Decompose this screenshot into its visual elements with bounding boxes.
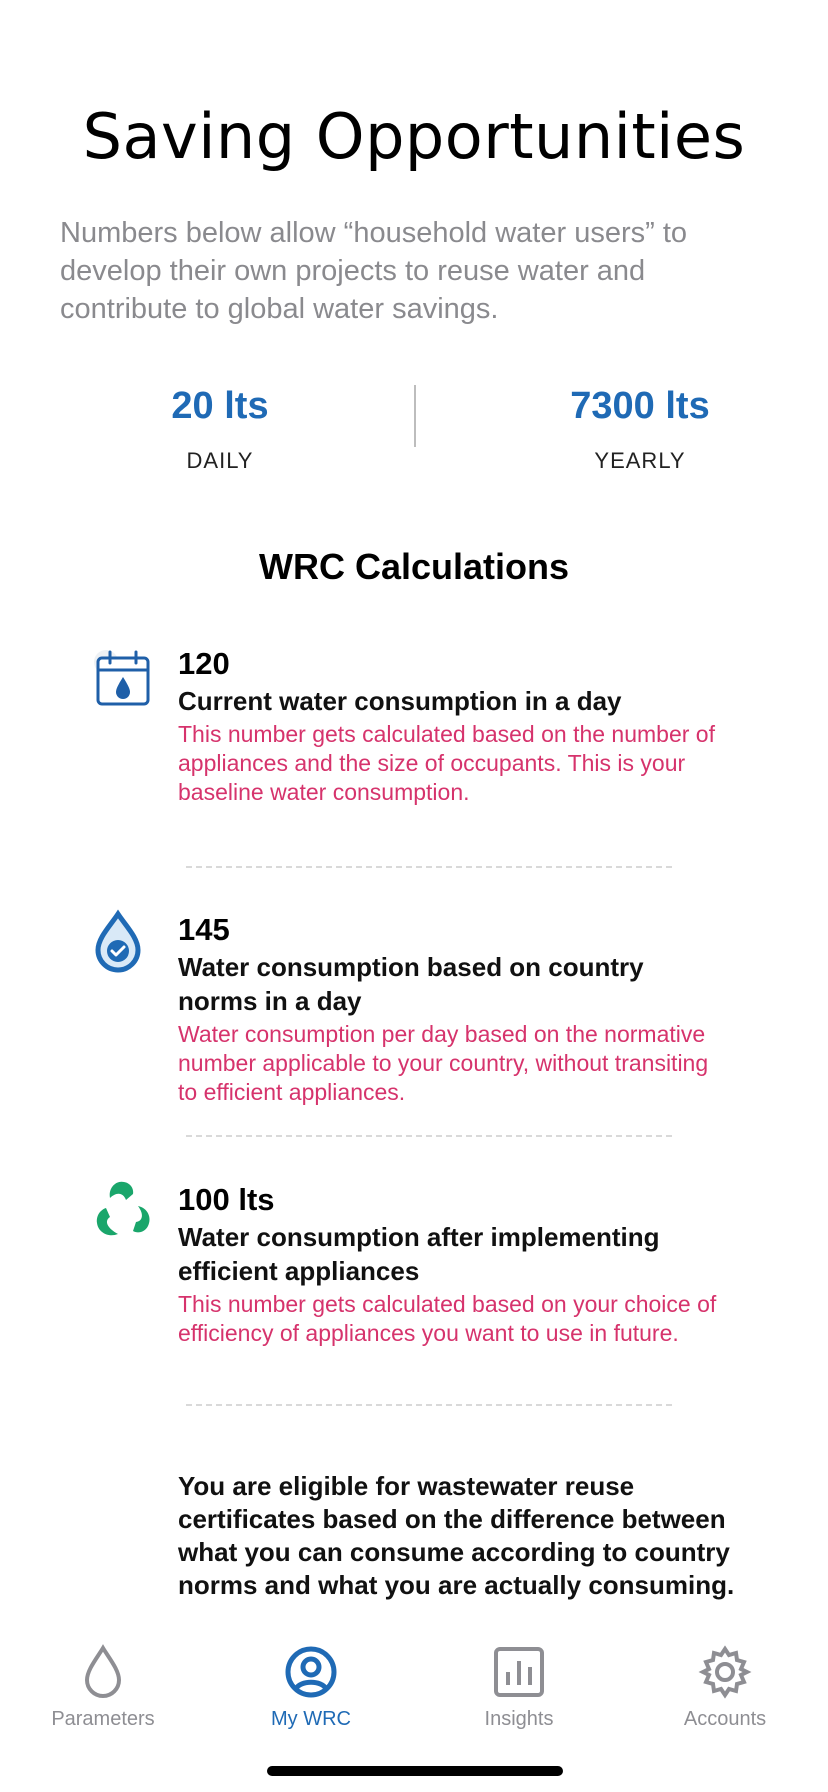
calc-description: This number gets calculated based on the… [178, 721, 715, 805]
page-title: Saving Opportunities [82, 100, 746, 173]
calc-value: 120 [178, 646, 230, 681]
calendar-drop-icon [88, 648, 158, 718]
daily-savings-label: DAILY [186, 448, 254, 473]
divider [186, 1404, 672, 1406]
tab-my-wrc[interactable]: My WRC [216, 1642, 406, 1731]
calc-item-efficient: 100 lts Water consumption after implemen… [178, 1180, 728, 1348]
recycle-icon [88, 1176, 158, 1246]
tab-label: My WRC [271, 1708, 351, 1730]
user-circle-icon [285, 1646, 337, 1698]
yearly-savings-label: YEARLY [594, 448, 686, 473]
tab-parameters[interactable]: Parameters [8, 1642, 198, 1731]
calc-heading: Water consumption based on country norms… [178, 952, 644, 1016]
calc-heading: Current water consumption in a day [178, 686, 622, 716]
gear-icon [698, 1645, 752, 1699]
bar-chart-icon [494, 1647, 544, 1697]
calc-description: This number gets calculated based on you… [178, 1291, 717, 1346]
tab-label: Accounts [683, 1708, 767, 1730]
tab-insights[interactable]: Insights [424, 1642, 614, 1731]
calc-value: 145 [178, 912, 230, 947]
wrc-section-title: WRC Calculations [258, 546, 570, 587]
tab-label: Insights [484, 1708, 554, 1730]
calc-item-current: 120 Current water consumption in a day T… [178, 644, 728, 807]
yearly-savings: 7300 lts YEARLY [490, 385, 790, 474]
savings-summary: 20 lts DAILY 7300 lts YEARLY [0, 385, 828, 495]
eligibility-text: You are eligible for wastewater reuse ce… [178, 1471, 735, 1600]
tab-label: Parameters [51, 1708, 155, 1730]
drop-check-icon [88, 908, 158, 978]
yearly-savings-value: 7300 lts [570, 385, 710, 427]
calc-item-norms: 145 Water consumption based on country n… [178, 910, 728, 1107]
page-subtitle: Numbers below allow “household water use… [60, 217, 688, 325]
calc-value: 100 lts [178, 1182, 275, 1217]
divider [186, 1135, 672, 1137]
calc-heading: Water consumption after implementing eff… [178, 1222, 660, 1286]
stats-divider [414, 385, 416, 447]
daily-savings: 20 lts DAILY [70, 385, 370, 474]
water-drop-icon [84, 1644, 122, 1698]
daily-savings-value: 20 lts [171, 385, 269, 427]
tab-accounts[interactable]: Accounts [630, 1642, 820, 1731]
divider [186, 866, 672, 868]
calc-description: Water consumption per day based on the n… [178, 1021, 709, 1105]
home-indicator [267, 1766, 563, 1776]
